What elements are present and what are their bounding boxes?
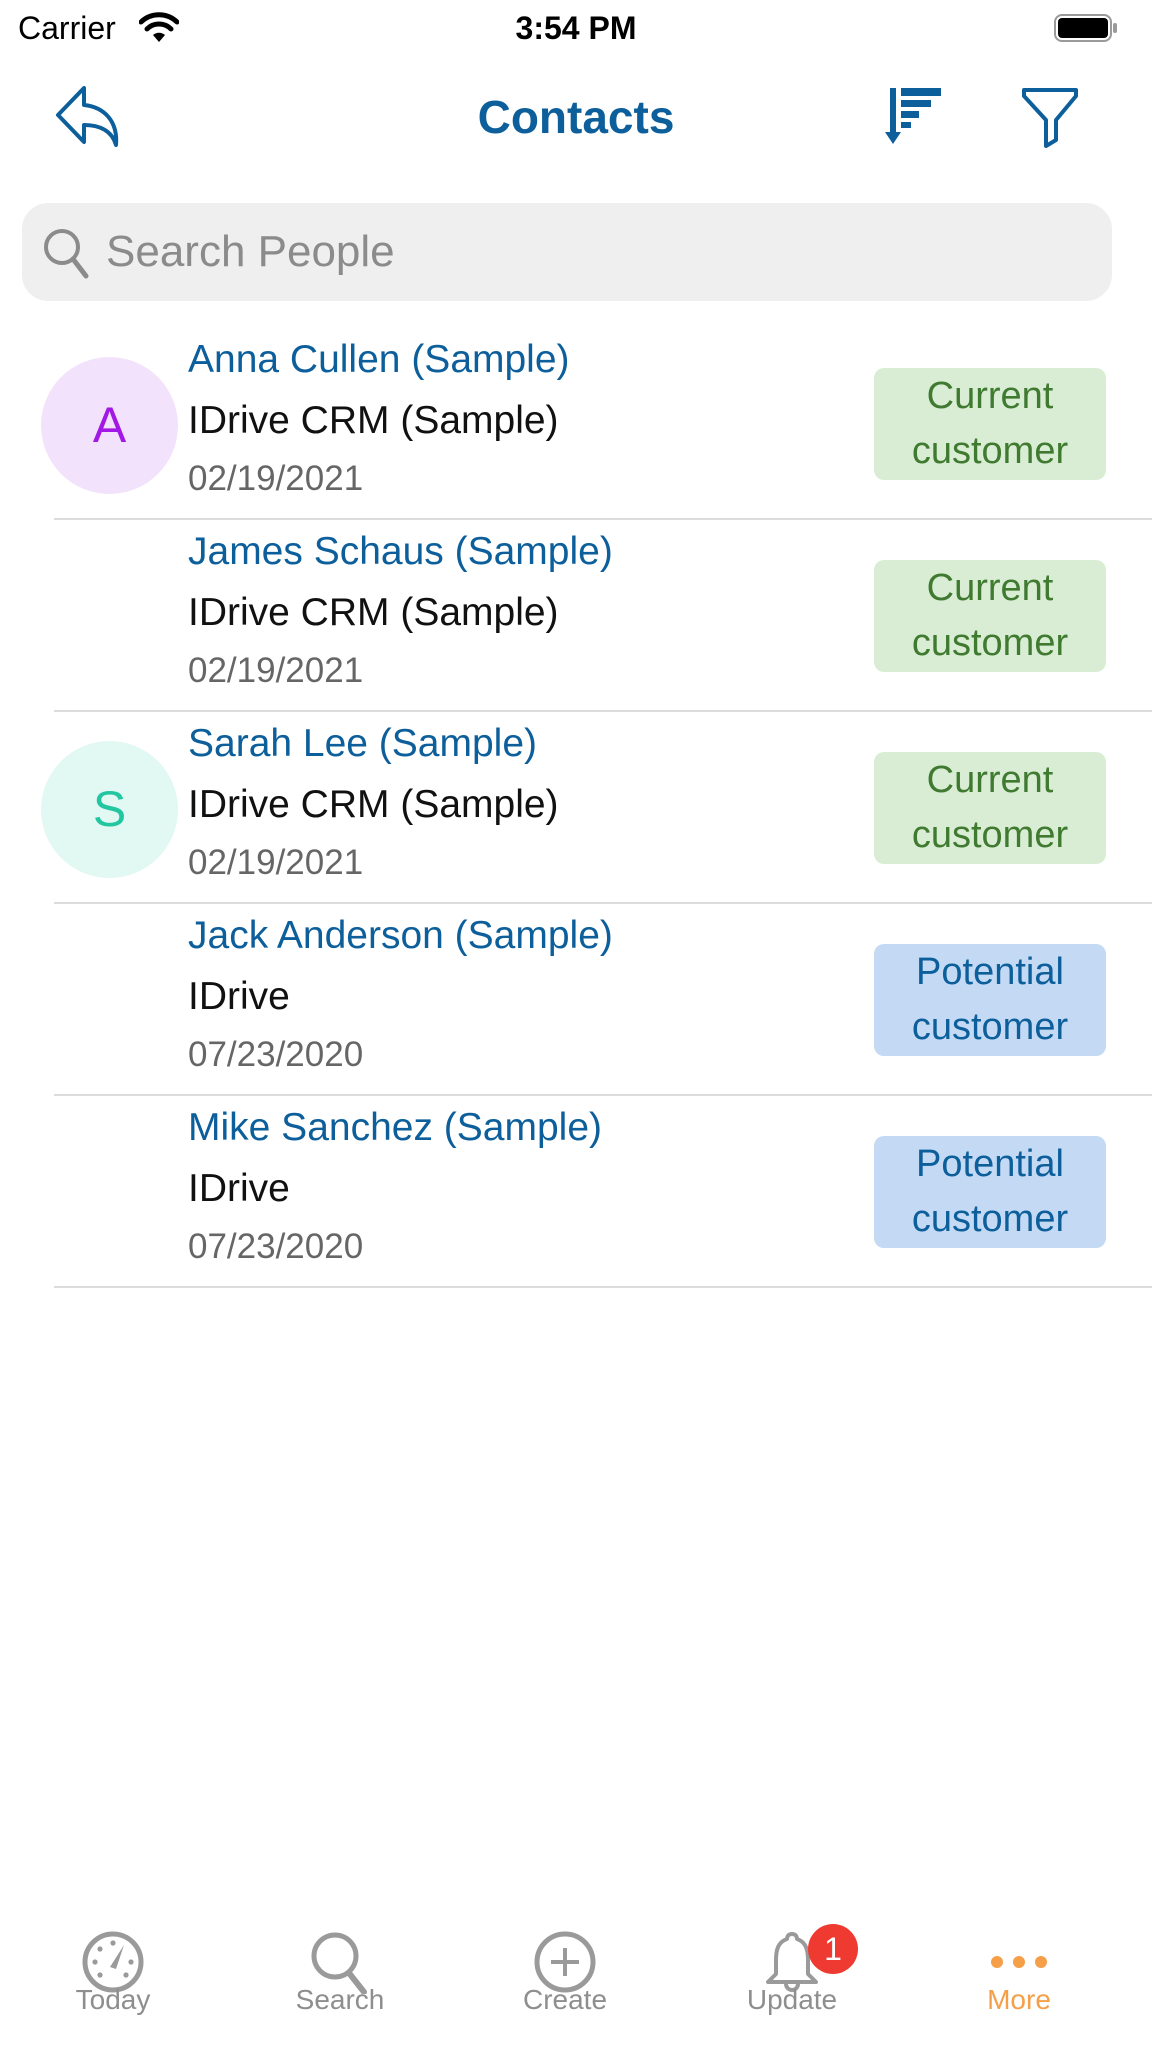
contact-date: 07/23/2020 [188,1035,364,1074]
tab-label: Create [522,1984,608,2015]
contact-date: 02/19/2021 [188,843,364,882]
battery-icon [1054,14,1117,42]
contact-row[interactable]: Jack Anderson (Sample) IDrive 07/23/2020… [0,904,1152,1096]
tab-bar: Today Search Create 1 Update More [0,1880,1152,2048]
tab-today[interactable]: Today [13,1880,213,2048]
status-badge-line1: Potential [916,1143,1064,1185]
tab-label: Today [75,1984,151,2015]
status-badge-line2: customer [911,622,1069,664]
contact-name: James Schaus (Sample) [188,530,613,573]
status-badge: Current customer [874,752,1106,864]
page-title: Contacts [477,91,675,143]
status-badge-line1: Current [926,759,1054,801]
tab-search[interactable]: Search [240,1880,440,2048]
status-badge: Current customer [874,368,1106,480]
contact-list: A Anna Cullen (Sample) IDrive CRM (Sampl… [0,328,1152,1288]
status-bar: Carrier 3:54 PM [0,0,1152,56]
contact-company: IDrive [188,1167,290,1210]
status-badge: Potential customer [874,944,1106,1056]
contact-company: IDrive CRM (Sample) [188,783,559,826]
contact-row[interactable]: A Anna Cullen (Sample) IDrive CRM (Sampl… [0,328,1152,520]
tab-more[interactable]: More [919,1880,1119,2048]
tab-update[interactable]: 1 Update [692,1880,892,2048]
sort-button[interactable] [882,84,946,148]
filter-button[interactable] [1018,84,1082,148]
contact-name: Sarah Lee (Sample) [188,722,538,765]
search-icon [44,229,89,279]
sort-descending-icon [885,88,941,144]
status-badge-line2: customer [911,1006,1069,1048]
contact-name: Mike Sanchez (Sample) [188,1106,602,1149]
status-badge: Potential customer [874,1136,1106,1248]
status-badge-line1: Current [926,567,1054,609]
status-badge: Current customer [874,560,1106,672]
contact-date: 02/19/2021 [188,459,364,498]
status-badge-line2: customer [911,430,1069,472]
contact-row[interactable]: Mike Sanchez (Sample) IDrive 07/23/2020 … [0,1096,1152,1288]
contact-row[interactable]: S Sarah Lee (Sample) IDrive CRM (Sample)… [0,712,1152,904]
contact-date: 02/19/2021 [188,651,364,690]
status-badge-line2: customer [911,1198,1069,1240]
notification-badge: 1 [808,1924,858,1974]
status-badge-line1: Potential [916,951,1064,993]
search-input[interactable] [106,203,1086,301]
tab-label: Update [746,1984,838,2015]
status-badge-line2: customer [911,814,1069,856]
contact-row[interactable]: James Schaus (Sample) IDrive CRM (Sample… [0,520,1152,712]
contact-company: IDrive CRM (Sample) [188,399,559,442]
funnel-filter-icon [1022,88,1078,148]
status-time: 3:54 PM [515,10,637,46]
navigation-bar: Contacts [0,60,1152,170]
tab-create[interactable]: Create [465,1880,665,2048]
tab-label: Search [295,1984,385,2015]
contact-date: 07/23/2020 [188,1227,364,1266]
avatar: S [41,741,178,878]
contact-company: IDrive CRM (Sample) [188,591,559,634]
status-badge-line1: Current [926,375,1054,417]
avatar: A [41,357,178,494]
contact-name: Jack Anderson (Sample) [188,914,613,957]
search-bar [22,203,1112,301]
row-divider [54,1286,1152,1288]
contact-name: Anna Cullen (Sample) [188,338,570,381]
contact-company: IDrive [188,975,290,1018]
tab-label: More [987,1984,1051,2015]
